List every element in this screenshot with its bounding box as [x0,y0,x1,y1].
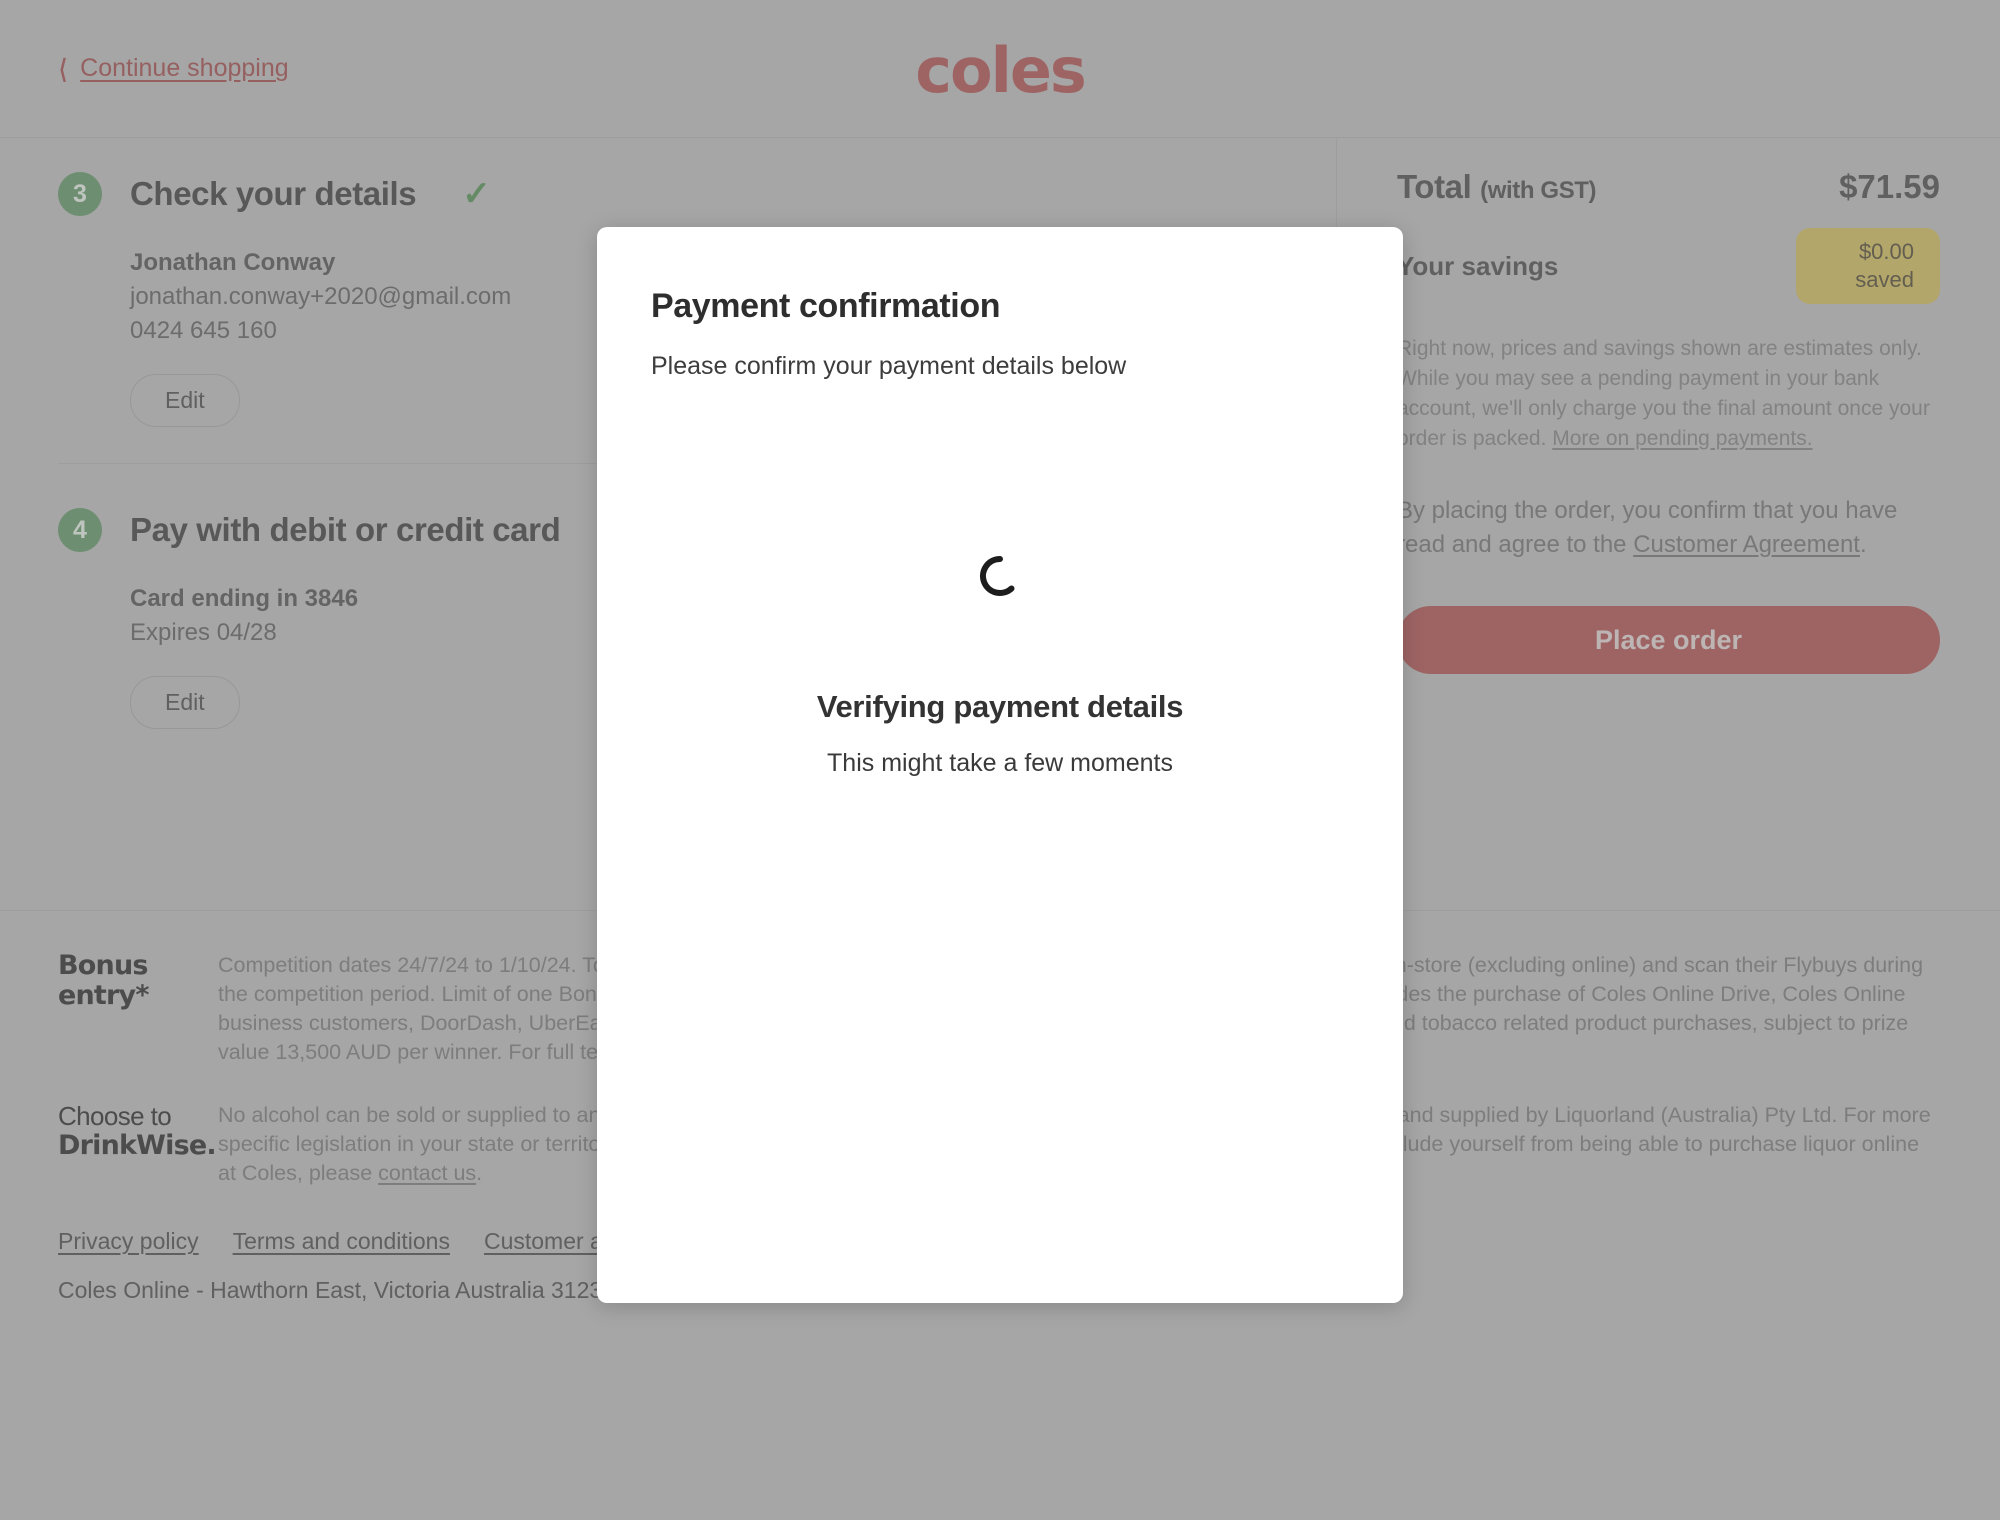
pending-payments-link[interactable]: More on pending payments. [1552,427,1812,450]
total-word: Total [1397,168,1472,205]
agreement-note: By placing the order, you confirm that y… [1397,494,1940,562]
gst-note: (with GST) [1480,177,1597,204]
order-savings-row: Your savings $0.00 saved [1397,228,1940,304]
bonus-logo-line1: Bonus [58,950,148,981]
bonus-logo-line2: entry* [58,980,149,1011]
check-icon: ✓ [462,175,491,213]
drinkwise-logo-line1: Choose to [58,1101,172,1131]
footer-link-terms-and-conditions[interactable]: Terms and conditions [233,1228,450,1255]
edit-details-button[interactable]: Edit [130,374,240,427]
contact-us-link[interactable]: contact us [378,1161,476,1185]
bonus-entry-logo: Bonus entry* [58,951,218,1067]
modal-status-subtext: This might take a few moments [827,749,1173,777]
footer-link-privacy-policy[interactable]: Privacy policy [58,1228,199,1255]
savings-badge: $0.00 saved [1796,228,1940,304]
edit-payment-button[interactable]: Edit [130,676,240,729]
place-order-button[interactable]: Place order [1397,606,1940,674]
loading-spinner-icon [977,553,1023,599]
customer-agreement-link[interactable]: Customer Agreement [1633,531,1860,558]
modal-title: Payment confirmation [651,287,1001,325]
step-4-title: Pay with debit or credit card [130,511,561,548]
savings-label: Your savings [1397,250,1559,281]
pending-payment-note: Right now, prices and savings shown are … [1397,334,1940,454]
coles-logo[interactable]: coles [0,34,2000,107]
order-total-row: Total (with GST) $71.59 [1397,168,1940,206]
order-total-label: Total (with GST) [1397,168,1597,206]
savings-suffix: saved [1855,267,1914,292]
modal-status-text: Verifying payment details [816,689,1184,724]
drinkwise-part3: . [476,1161,483,1185]
step-3-title: Check your details [130,175,417,212]
site-header: ⟨ Continue shopping coles [0,0,2000,138]
modal-loading-area: Verifying payment details This might tak… [651,553,1349,778]
drinkwise-logo: Choose to DrinkWise. [58,1101,218,1188]
order-summary: Total (with GST) $71.59 Your savings $0.… [1337,138,2000,910]
payment-confirmation-modal: Payment confirmation Please confirm your… [597,227,1403,1303]
modal-subtitle: Please confirm your payment details belo… [651,352,1127,380]
step-3-number: 3 [58,172,102,216]
agreement-suffix: . [1859,531,1867,558]
step-4-number: 4 [58,508,102,552]
savings-amount: $0.00 [1858,239,1914,264]
order-total-value: $71.59 [1839,168,1940,205]
drinkwise-logo-line2: DrinkWise. [58,1130,217,1161]
step-3-header: 3 Check your details ✓ [58,164,1336,224]
